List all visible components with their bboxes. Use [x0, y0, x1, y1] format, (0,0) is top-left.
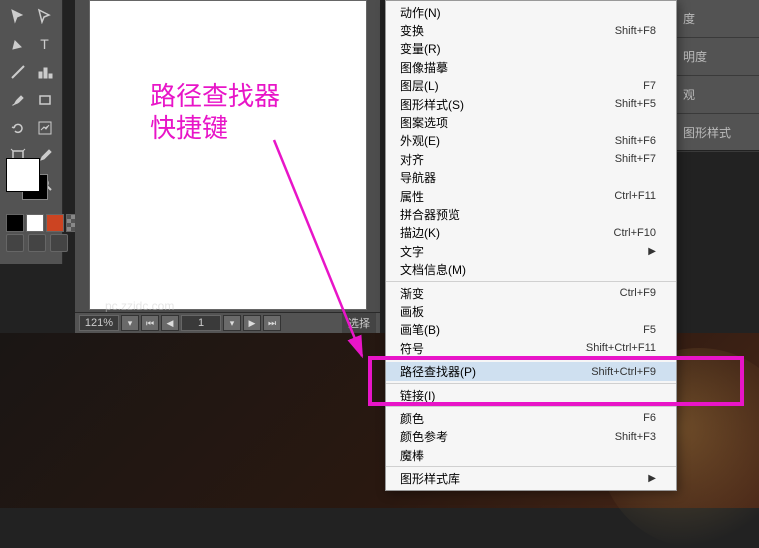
menu-item[interactable]: 描边(K)Ctrl+F10 — [386, 224, 676, 242]
menu-item-label: 颜色 — [400, 410, 643, 427]
menu-item-label: 导航器 — [400, 169, 656, 186]
menu-item[interactable]: 图像描摹 — [386, 58, 676, 76]
menu-item-label: 文字 — [400, 243, 642, 260]
menu-item[interactable]: 颜色F6 — [386, 409, 676, 427]
menu-item-label: 文档信息(M) — [400, 261, 656, 278]
menu-item-shortcut: Shift+Ctrl+F11 — [586, 342, 656, 354]
menu-item-label: 描边(K) — [400, 224, 614, 241]
line-tool[interactable] — [6, 60, 30, 84]
menu-item-shortcut: F6 — [643, 412, 656, 424]
menu-item[interactable]: 属性Ctrl+F11 — [386, 187, 676, 205]
menu-item-shortcut: Ctrl+F11 — [614, 190, 656, 202]
panel-tab[interactable]: 度 — [675, 0, 759, 38]
right-panels: 度 明度 观 图形样式 — [675, 0, 759, 150]
menu-item[interactable]: 画板 — [386, 302, 676, 320]
menu-item[interactable]: 画笔(B)F5 — [386, 321, 676, 339]
menu-item-label: 图形样式库 — [400, 470, 642, 487]
zoom-field[interactable]: 121% — [79, 315, 119, 331]
menu-item-label: 图像描摹 — [400, 59, 656, 76]
menu-item-label: 变换 — [400, 22, 615, 39]
menu-item-shortcut: Ctrl+F9 — [620, 287, 656, 299]
menu-item[interactable]: 外观(E)Shift+F6 — [386, 132, 676, 150]
selection-status: 选择 — [342, 313, 376, 333]
menu-item[interactable]: 图形样式库 ▶ — [386, 469, 676, 487]
menu-item[interactable]: 图形样式(S)Shift+F5 — [386, 95, 676, 113]
submenu-arrow-icon: ▶ — [648, 246, 656, 257]
menu-item-shortcut: Shift+F6 — [615, 135, 656, 147]
rotate-tool[interactable] — [6, 116, 30, 140]
menu-item-label: 颜色参考 — [400, 428, 615, 445]
panel-tab[interactable]: 明度 — [675, 38, 759, 76]
annotation-text: 路径查找器快捷键 — [150, 80, 280, 144]
panel-tab[interactable]: 图形样式 — [675, 114, 759, 152]
menu-item[interactable]: 变量(R) — [386, 40, 676, 58]
window-menu: 动作(N)变换Shift+F8变量(R)图像描摹图层(L)F7图形样式(S)Sh… — [385, 0, 677, 491]
menu-item[interactable]: 对齐Shift+F7 — [386, 150, 676, 168]
panel-tab[interactable]: 观 — [675, 76, 759, 114]
menu-item-shortcut: Shift+F5 — [615, 98, 656, 110]
menu-item-label: 动作(N) — [400, 4, 656, 21]
last-page-button[interactable]: ⏭ — [263, 315, 281, 331]
menu-item[interactable]: 魔棒 — [386, 446, 676, 464]
menu-item-shortcut: F5 — [643, 324, 656, 336]
rect-tool[interactable] — [33, 88, 57, 112]
color-mode-icons[interactable] — [6, 214, 84, 232]
direct-select-tool[interactable] — [33, 4, 57, 28]
screen-mode-icons[interactable] — [6, 234, 68, 252]
menu-item-shortcut: Shift+F7 — [615, 153, 656, 165]
menu-item-label: 路径查找器(P) — [400, 363, 591, 380]
menu-item[interactable]: 图案选项 — [386, 113, 676, 131]
selection-tool[interactable] — [6, 4, 30, 28]
menu-item-label: 属性 — [400, 188, 614, 205]
chart-tool[interactable] — [33, 116, 57, 140]
menu-item-shortcut: Shift+F3 — [615, 431, 656, 443]
brush-tool[interactable] — [6, 88, 30, 112]
menu-item-shortcut: F7 — [643, 80, 656, 92]
menu-item[interactable]: 文字 ▶ — [386, 242, 676, 260]
graph-tool[interactable] — [33, 60, 57, 84]
submenu-arrow-icon: ▶ — [648, 473, 656, 484]
prev-page-button[interactable]: ◀ — [161, 315, 179, 331]
menu-item-label: 链接(I) — [400, 387, 656, 404]
menu-item-label: 图层(L) — [400, 77, 643, 94]
menu-item-label: 图形样式(S) — [400, 96, 615, 113]
menu-item[interactable]: 拼合器预览 — [386, 205, 676, 223]
page-field[interactable]: 1 — [181, 315, 221, 331]
menu-item[interactable]: 路径查找器(P)Shift+Ctrl+F9 — [386, 362, 676, 380]
toolbox: T — [0, 0, 63, 264]
menu-item-shortcut: Shift+F8 — [615, 25, 656, 37]
menu-item-label: 变量(R) — [400, 40, 656, 57]
status-bar: 121% ▾ ⏮ ◀ 1 ▾ ▶ ⏭ 选择 — [75, 312, 380, 333]
type-tool[interactable]: T — [33, 32, 57, 56]
menu-item[interactable]: 变换Shift+F8 — [386, 21, 676, 39]
menu-item-label: 画板 — [400, 303, 656, 320]
menu-item[interactable]: 渐变Ctrl+F9 — [386, 284, 676, 302]
color-swatch[interactable] — [6, 158, 52, 202]
menu-item[interactable]: 符号Shift+Ctrl+F11 — [386, 339, 676, 357]
canvas-area: pc.zzidc.com 121% ▾ ⏮ ◀ 1 ▾ ▶ ⏭ 选择 — [75, 0, 380, 333]
menu-item-label: 画笔(B) — [400, 321, 643, 338]
menu-item[interactable]: 图层(L)F7 — [386, 77, 676, 95]
menu-item-label: 魔棒 — [400, 447, 656, 464]
menu-item-label: 图案选项 — [400, 114, 656, 131]
menu-item-label: 拼合器预览 — [400, 206, 656, 223]
menu-item[interactable]: 颜色参考Shift+F3 — [386, 428, 676, 446]
menu-item-label: 对齐 — [400, 151, 615, 168]
zoom-down-icon[interactable]: ▾ — [121, 315, 139, 331]
pen-tool[interactable] — [6, 32, 30, 56]
menu-item[interactable]: 导航器 — [386, 169, 676, 187]
next-page-button[interactable]: ▶ — [243, 315, 261, 331]
menu-item[interactable]: 文档信息(M) — [386, 260, 676, 278]
page-down-icon[interactable]: ▾ — [223, 315, 241, 331]
artboard[interactable] — [89, 0, 367, 310]
watermark: pc.zzidc.com — [105, 299, 174, 313]
menu-item[interactable]: 动作(N) — [386, 3, 676, 21]
menu-item-label: 外观(E) — [400, 132, 615, 149]
menu-item-label: 渐变 — [400, 285, 620, 302]
menu-item[interactable]: 链接(I) — [386, 386, 676, 404]
menu-item-shortcut: Shift+Ctrl+F9 — [591, 366, 656, 378]
menu-item-label: 符号 — [400, 340, 586, 357]
menu-item-shortcut: Ctrl+F10 — [614, 227, 657, 239]
first-page-button[interactable]: ⏮ — [141, 315, 159, 331]
